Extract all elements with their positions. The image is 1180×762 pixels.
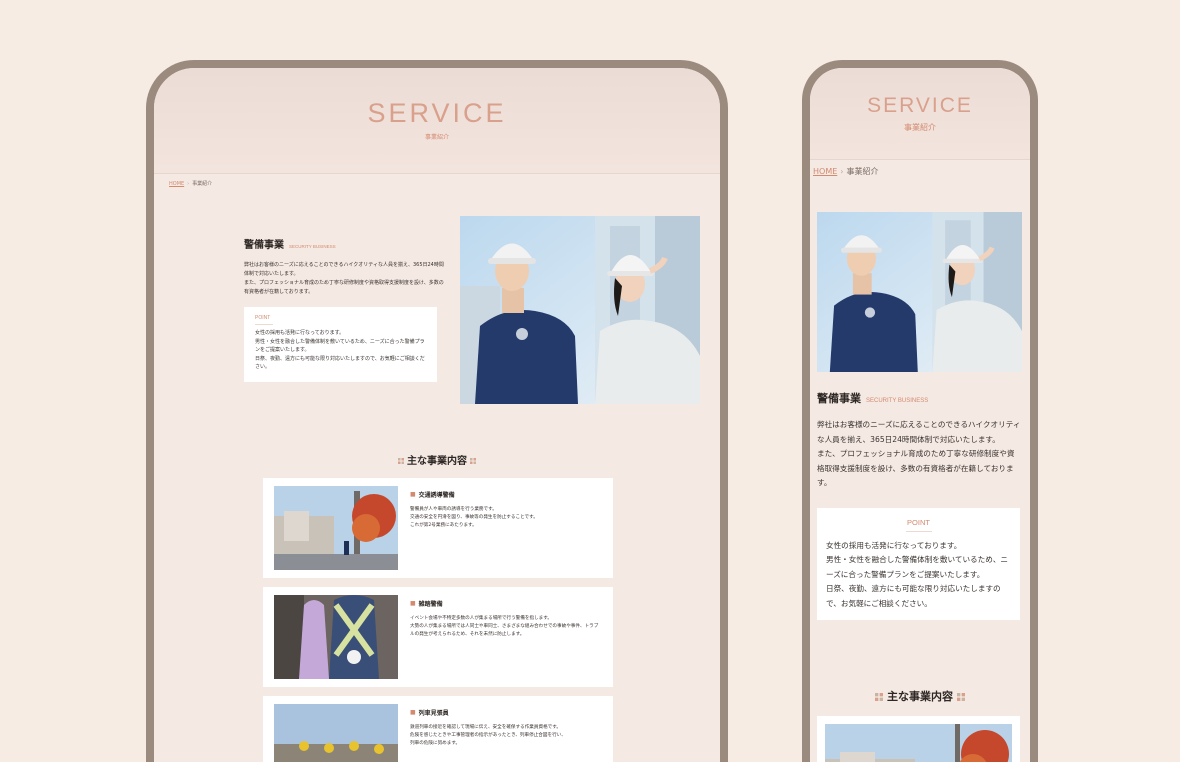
service-text: 鉄道列車の接近を確認して現場に伝え、安全を確保する作業員資格です。 危険を感じた… xyxy=(410,724,566,748)
service-card-train-watch[interactable]: ■ 列車見張員 鉄道列車の接近を確認して現場に伝え、安全を確保する作業員資格です。… xyxy=(263,696,613,762)
breadcrumb-home-link[interactable]: HOME xyxy=(813,167,837,176)
deco-squares-icon xyxy=(957,693,965,701)
point-line-text: 男性・女性を融合した警備体制を敷いているため、ニーズに合った警備プランをご提案い… xyxy=(255,338,425,354)
section-heading: 警備事業 SECURITY BUSINESS xyxy=(817,390,1022,406)
point-box: POINT 女性の採用も活発に行なっております。 男性・女性を融合した警備体制を… xyxy=(244,307,437,382)
breadcrumb-separator: › xyxy=(840,167,844,176)
service-text-line: 交通の安全を円滑を図り、事故等の発生を防止することです。 xyxy=(410,515,538,520)
services-heading: 主な事業内容 xyxy=(154,452,720,467)
traffic-photo xyxy=(825,724,1012,762)
service-body: ■ 交通誘導警備 警備員が人や車両の誘導を行う業務です。 交通の安全を円滑を図り、… xyxy=(398,486,538,570)
intro-desc-line: 弊社はお客様のニーズに応えることのできるハイクオリティな人員を揃え、365日24… xyxy=(244,262,444,277)
page-subtitle: 事業紹介 xyxy=(424,134,449,141)
section-heading: 警備事業 SECURITY BUSINESS xyxy=(244,236,444,251)
services-heading-text: 主な事業内容 xyxy=(407,456,467,467)
guards-photo xyxy=(817,212,1022,372)
point-label: POINT xyxy=(255,315,271,321)
service-text: 警備員が人や車両の誘導を行う業務です。 交通の安全を円滑を図り、事故等の発生を防… xyxy=(410,506,538,530)
section-title: 警備事業 xyxy=(244,240,284,251)
point-line-text: 日祭、夜勤、遠方にも可能な限り対応いたしますので、お気軽にご相談ください。 xyxy=(255,355,425,371)
point-line-text: 男性・女性を融合した警備体制を敷いているため、ニーズに合った警備プランをご提案い… xyxy=(826,555,1009,579)
services-heading: 主な事業内容 xyxy=(810,688,1030,704)
point-text: 女性の採用も活発に行なっております。 男性・女性を融合した警備体制を敷いているた… xyxy=(826,539,1011,612)
service-text-line: 大勢の人が集まる場所では人同士や車同士、さまざまな組み合わせでの事故や事件、トラ… xyxy=(410,624,599,637)
breadcrumb-current: 事業紹介 xyxy=(192,181,213,187)
page-hero: SERVICE 事業紹介 xyxy=(154,68,720,174)
point-divider xyxy=(255,324,273,325)
page-title: SERVICE xyxy=(367,98,507,128)
intro-section: 警備事業 SECURITY BUSINESS 弊社はお客様のニーズに応えることの… xyxy=(244,236,444,382)
point-line-text: 女性の採用も活発に行なっております。 xyxy=(826,540,962,550)
phone-mockup: SERVICE 事業紹介 HOME › 事業紹介 警備事業 SECURITY B… xyxy=(802,60,1038,762)
intro-description: 弊社はお客様のニーズに応えることのできるハイクオリティな人員を揃え、365日24… xyxy=(244,261,444,297)
service-card-crowd[interactable]: ■ 雑踏警備 イベント会場や不特定多数の人が集まる場所で行う警備を指します。 大勢… xyxy=(263,587,613,687)
point-line-text: 日祭、夜勤、遠方にも可能な限り対応いたしますので、お気軽にご相談ください。 xyxy=(826,584,1001,608)
intro-desc-line: また、プロフェッショナル育成のため丁寧な研修制度や資格取得支援制度を設け、多数の… xyxy=(244,280,444,295)
service-text-line: 危険を感じたときや工事管理者の指示があったとき、列車停止合図を行い、 xyxy=(410,733,566,738)
breadcrumb: HOME › 事業紹介 xyxy=(810,160,1030,177)
point-label: POINT xyxy=(907,517,930,527)
page-title: SERVICE xyxy=(867,94,973,117)
service-name-text: 列車見張員 xyxy=(418,710,449,717)
service-text-line: 警備員が人や車両の誘導を行う業務です。 xyxy=(410,507,497,512)
deco-squares-icon xyxy=(875,693,883,701)
service-card-traffic[interactable]: ■ 交通誘導警備 警備員が人や車両の誘導を行う業務です。 交通の安全を円滑を図り、… xyxy=(263,478,613,578)
bullet-icon: ■ xyxy=(410,600,416,607)
service-name-text: 雑踏警備 xyxy=(418,601,443,608)
intro-section: 警備事業 SECURITY BUSINESS 弊社はお客様のニーズに応えることの… xyxy=(817,390,1022,620)
service-card-traffic[interactable] xyxy=(817,716,1020,762)
section-title-en: SECURITY BUSINESS xyxy=(289,244,336,249)
breadcrumb-separator: › xyxy=(187,181,190,187)
intro-description: 弊社はお客様のニーズに応えることのできるハイクオリティな人員を揃え、365日24… xyxy=(817,418,1022,491)
intro-desc-line: 弊社はお客様のニーズに応えることのできるハイクオリティな人員を揃え、365日24… xyxy=(817,420,1021,444)
bullet-icon: ■ xyxy=(410,709,416,716)
service-text-line: 列車の危険に努めます。 xyxy=(410,741,461,746)
services-heading-text: 主な事業内容 xyxy=(887,690,953,703)
crowd-photo xyxy=(274,595,398,679)
point-divider xyxy=(905,530,932,532)
service-text-line: 鉄道列車の接近を確認して現場に伝え、安全を確保する作業員資格です。 xyxy=(410,725,561,730)
deco-squares-icon xyxy=(398,458,404,464)
deco-squares-icon xyxy=(470,458,476,464)
service-text-line: これが第2号業務にあたります。 xyxy=(410,523,477,528)
service-text: イベント会場や不特定多数の人が集まる場所で行う警備を指します。 大勢の人が集まる… xyxy=(410,615,602,639)
intro-desc-line: また、プロフェッショナル育成のため丁寧な研修制度や資格取得支援制度を設け、多数の… xyxy=(817,449,1015,487)
service-body: ■ 雑踏警備 イベント会場や不特定多数の人が集まる場所で行う警備を指します。 大勢… xyxy=(398,595,602,679)
breadcrumb-current: 事業紹介 xyxy=(846,167,879,176)
section-title: 警備事業 xyxy=(817,392,861,405)
point-line-text: 女性の採用も活発に行なっております。 xyxy=(255,330,345,336)
traffic-photo xyxy=(274,486,398,570)
breadcrumb: HOME › 事業紹介 xyxy=(154,174,720,187)
page-subtitle: 事業紹介 xyxy=(904,123,936,132)
point-box: POINT 女性の採用も活発に行なっております。 男性・女性を融合した警備体制を… xyxy=(817,507,1020,620)
service-name: ■ 雑踏警備 xyxy=(410,599,602,608)
service-name: ■ 交通誘導警備 xyxy=(410,490,538,499)
service-name-text: 交通誘導警備 xyxy=(418,492,455,499)
service-text-line: イベント会場や不特定多数の人が集まる場所で行う警備を指します。 xyxy=(410,616,552,621)
section-title-en: SECURITY BUSINESS xyxy=(866,398,929,404)
service-name: ■ 列車見張員 xyxy=(410,708,566,717)
breadcrumb-home-link[interactable]: HOME xyxy=(169,181,184,187)
service-body: ■ 列車見張員 鉄道列車の接近を確認して現場に伝え、安全を確保する作業員資格です。… xyxy=(398,704,566,762)
point-text: 女性の採用も活発に行なっております。 男性・女性を融合した警備体制を敷いているた… xyxy=(255,329,427,372)
train-watch-photo xyxy=(274,704,398,762)
tablet-mockup: SERVICE 事業紹介 HOME › 事業紹介 警備事業 SECURITY BUS… xyxy=(146,60,728,762)
guards-photo xyxy=(460,216,700,404)
page-hero: SERVICE 事業紹介 xyxy=(810,68,1030,160)
bullet-icon: ■ xyxy=(410,491,416,498)
